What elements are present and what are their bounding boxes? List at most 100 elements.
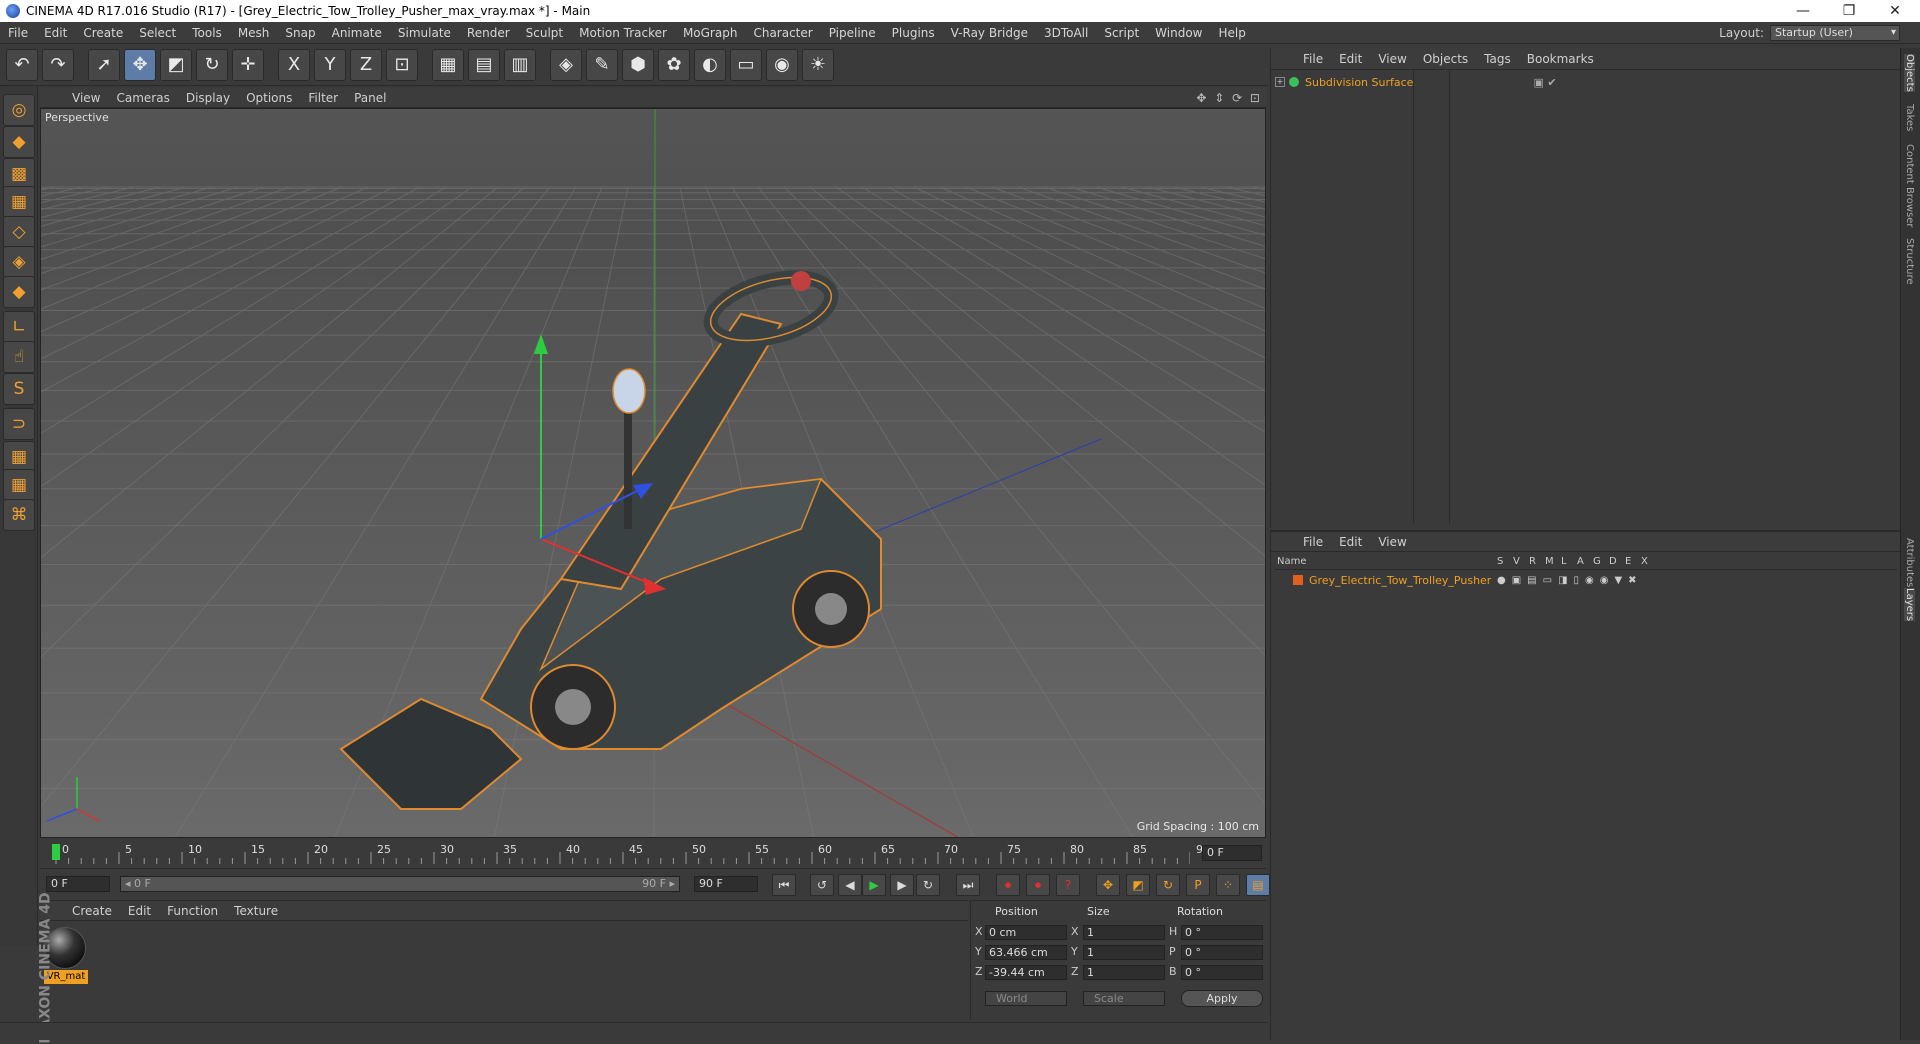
- layer-column-g[interactable]: G: [1593, 556, 1601, 567]
- viewport-menu-cameras[interactable]: Cameras: [108, 91, 177, 105]
- frame-ruler[interactable]: 051015202530354045505560657075808590: [50, 842, 1210, 866]
- rotation-field[interactable]: 0 °: [1181, 925, 1263, 940]
- menu-pipeline[interactable]: Pipeline: [821, 26, 884, 40]
- layer-menu-view[interactable]: View: [1370, 535, 1414, 549]
- rotation-field[interactable]: 0 °: [1181, 965, 1263, 980]
- menu-sculpt[interactable]: Sculpt: [518, 26, 571, 40]
- layer-column-m[interactable]: M: [1545, 556, 1554, 567]
- restore-button[interactable]: ❐: [1826, 0, 1872, 22]
- workplane-icon[interactable]: ▦: [3, 186, 35, 218]
- tab-layers[interactable]: Layers: [1904, 588, 1915, 622]
- layer-column-s[interactable]: S: [1497, 556, 1503, 567]
- viewport-menu-options[interactable]: Options: [238, 91, 300, 105]
- layer-menu-edit[interactable]: Edit: [1331, 535, 1370, 549]
- menu-v-ray-bridge[interactable]: V-Ray Bridge: [943, 26, 1036, 40]
- step-forward-icon[interactable]: ▶: [890, 874, 914, 896]
- material-menu-function[interactable]: Function: [159, 904, 226, 918]
- layer-row[interactable]: Grey_Electric_Tow_Trolley_Pusher ●▣▤▭◨▯◉…: [1275, 572, 1897, 588]
- python-icon[interactable]: ⌘: [3, 499, 35, 531]
- floor-icon[interactable]: ▭: [730, 48, 762, 81]
- viewport-menu-display[interactable]: Display: [178, 91, 238, 105]
- layer-column-a[interactable]: A: [1577, 556, 1584, 567]
- array-icon[interactable]: ✿: [658, 48, 690, 81]
- perspective-viewport[interactable]: Perspective Grid Spacing : 100 cm: [40, 108, 1266, 838]
- viewport-menu-panel[interactable]: Panel: [346, 91, 394, 105]
- current-frame-field[interactable]: 0 F: [1202, 845, 1262, 861]
- timeline-ruler[interactable]: 051015202530354045505560657075808590 0 F: [40, 840, 1266, 868]
- close-button[interactable]: ✕: [1872, 0, 1918, 22]
- z-axis-icon[interactable]: Z: [350, 48, 382, 81]
- material-menu-texture[interactable]: Texture: [226, 904, 286, 918]
- layer-column-name[interactable]: Name: [1277, 556, 1307, 567]
- frame-range-slider[interactable]: ◂ 0 F 90 F ▸: [120, 876, 680, 892]
- loop-forward-icon[interactable]: ↻: [916, 874, 940, 896]
- menu-character[interactable]: Character: [745, 26, 820, 40]
- scale-icon[interactable]: ◩: [160, 48, 192, 81]
- menu-help[interactable]: Help: [1210, 26, 1253, 40]
- position-field[interactable]: 63.466 cm: [985, 945, 1067, 960]
- key-rotate-icon[interactable]: ↻: [1156, 874, 1180, 896]
- model-mode-icon[interactable]: ◆: [3, 126, 35, 158]
- position-field[interactable]: -39.44 cm: [985, 965, 1067, 980]
- go-to-end-icon[interactable]: ⏭: [956, 874, 980, 896]
- magnet-icon[interactable]: ⊃: [3, 408, 35, 440]
- key-move-icon[interactable]: ✥: [1096, 874, 1120, 896]
- object-menu-bookmarks[interactable]: Bookmarks: [1519, 52, 1602, 66]
- menu-plugins[interactable]: Plugins: [884, 26, 943, 40]
- object-visibility-icons[interactable]: ▣ ✔: [1533, 76, 1556, 89]
- viewport-menu-view[interactable]: View: [64, 91, 108, 105]
- layer-column-e[interactable]: E: [1625, 556, 1631, 567]
- size-mode-dropdown[interactable]: Scale: [1083, 991, 1165, 1006]
- start-frame-field[interactable]: 0 F: [46, 876, 110, 892]
- y-axis-icon[interactable]: Y: [314, 48, 346, 81]
- menu-create[interactable]: Create: [75, 26, 131, 40]
- tab-takes[interactable]: Takes: [1904, 104, 1915, 131]
- timeline-window-icon[interactable]: ▤: [1246, 874, 1270, 896]
- apply-button[interactable]: Apply: [1181, 990, 1263, 1007]
- menu-mesh[interactable]: Mesh: [230, 26, 278, 40]
- play-icon[interactable]: ▶: [862, 874, 886, 896]
- material-menu-edit[interactable]: Edit: [120, 904, 159, 918]
- autokey-icon[interactable]: ⏺: [1026, 874, 1050, 896]
- menu-script[interactable]: Script: [1096, 26, 1147, 40]
- tab-content-browser[interactable]: Content Browser: [1904, 144, 1915, 227]
- x-axis-icon[interactable]: X: [278, 48, 310, 81]
- menu-mograph[interactable]: MoGraph: [675, 26, 746, 40]
- tab-attributes[interactable]: Attributes: [1904, 538, 1915, 587]
- layer-column-x[interactable]: X: [1641, 556, 1648, 567]
- menu-motion-tracker[interactable]: Motion Tracker: [571, 26, 675, 40]
- layout-dropdown[interactable]: Startup (User): [1770, 25, 1900, 41]
- deformer-icon[interactable]: ◐: [694, 48, 726, 81]
- points-mode-icon[interactable]: ◇: [3, 216, 35, 248]
- key-param-icon[interactable]: P: [1186, 874, 1210, 896]
- menu-file[interactable]: File: [0, 26, 36, 40]
- step-back-icon[interactable]: ◀: [838, 874, 862, 896]
- go-to-start-icon[interactable]: ⏮: [772, 874, 796, 896]
- size-field[interactable]: 1: [1083, 925, 1165, 940]
- planar-workplane-icon[interactable]: ▦: [3, 469, 35, 501]
- menu-edit[interactable]: Edit: [36, 26, 75, 40]
- size-field[interactable]: 1: [1083, 945, 1165, 960]
- object-menu-tags[interactable]: Tags: [1476, 52, 1519, 66]
- redo-icon[interactable]: ↷: [42, 48, 74, 81]
- layer-menu-file[interactable]: File: [1295, 535, 1331, 549]
- object-menu-edit[interactable]: Edit: [1331, 52, 1370, 66]
- keyframe-selection-icon[interactable]: ?: [1056, 874, 1080, 896]
- polygons-mode-icon[interactable]: ◆: [3, 276, 35, 308]
- material-menu-create[interactable]: Create: [64, 904, 120, 918]
- subdivision-icon[interactable]: ⬢: [622, 48, 654, 81]
- playhead[interactable]: [52, 844, 60, 860]
- object-row[interactable]: + Subdivision Surface ▣ ✔: [1275, 74, 1557, 90]
- menu-select[interactable]: Select: [131, 26, 184, 40]
- position-field[interactable]: 0 cm: [985, 925, 1067, 940]
- render-picture-viewer-icon[interactable]: ▤: [468, 48, 500, 81]
- end-frame-field[interactable]: 90 F: [694, 876, 758, 892]
- menu-snap[interactable]: Snap: [277, 26, 323, 40]
- layer-column-l[interactable]: L: [1561, 556, 1567, 567]
- size-field[interactable]: 1: [1083, 965, 1165, 980]
- transform-icon[interactable]: ✛: [232, 48, 264, 81]
- loop-icon[interactable]: ↺: [810, 874, 834, 896]
- pen-spline-icon[interactable]: ✎: [586, 48, 618, 81]
- layer-column-d[interactable]: D: [1609, 556, 1617, 567]
- record-icon[interactable]: ⏺: [996, 874, 1020, 896]
